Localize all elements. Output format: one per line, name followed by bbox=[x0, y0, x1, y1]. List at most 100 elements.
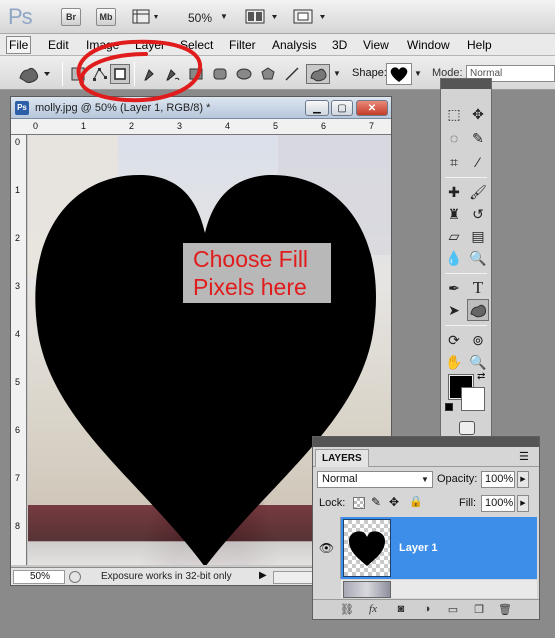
minimize-icon: ▁ bbox=[313, 102, 321, 114]
menu-window[interactable]: Window bbox=[407, 38, 450, 52]
arrange-documents-button[interactable] bbox=[244, 8, 282, 26]
type-tool[interactable]: T bbox=[467, 277, 489, 299]
lock-transparent-pixels-icon[interactable] bbox=[353, 497, 365, 509]
blend-mode-select[interactable]: Normal bbox=[317, 471, 433, 488]
brush-tool[interactable]: 🖌 bbox=[467, 181, 489, 203]
fill-label: Fill: bbox=[459, 497, 477, 509]
geometry-options-dropdown-icon[interactable]: ▼ bbox=[333, 69, 341, 78]
ruler-tick-label: 3 bbox=[15, 281, 21, 291]
lock-image-pixels-icon[interactable]: ✎ bbox=[371, 495, 381, 509]
path-selection-tool[interactable]: ➤ bbox=[443, 299, 465, 321]
line-tool-button[interactable] bbox=[282, 64, 302, 84]
new-group-icon[interactable]: ▭ bbox=[445, 603, 461, 617]
application-bar: Ps Br Mb 50% ▼ bbox=[0, 0, 555, 34]
swap-colors-icon[interactable]: ⇄ bbox=[477, 371, 485, 382]
menu-3d[interactable]: 3D bbox=[332, 38, 347, 52]
adjustment-layer-icon[interactable]: ◑ bbox=[419, 603, 435, 617]
opacity-field[interactable]: 100% bbox=[481, 471, 515, 488]
maximize-button[interactable]: ▢ bbox=[331, 100, 353, 116]
menu-view[interactable]: View bbox=[363, 38, 389, 52]
close-button[interactable]: ✕ bbox=[356, 100, 388, 116]
eraser-icon: ▱ bbox=[448, 227, 460, 244]
quick-selection-tool[interactable]: ✎ bbox=[467, 127, 489, 149]
rounded-rectangle-button[interactable] bbox=[210, 64, 230, 84]
ruler-tick-label: 4 bbox=[15, 329, 21, 339]
status-menu-arrow-icon[interactable]: ▶ bbox=[259, 570, 267, 581]
minimize-button[interactable]: ▁ bbox=[305, 100, 329, 116]
layer-row-background[interactable] bbox=[341, 580, 537, 598]
3d-orbit-tool[interactable]: ⊚ bbox=[467, 329, 489, 351]
hand-tool[interactable]: ✋ bbox=[443, 351, 465, 373]
zoom-tool[interactable]: 🔍 bbox=[467, 351, 489, 373]
clone-stamp-tool[interactable]: ♜ bbox=[443, 203, 465, 225]
stamp-icon: ♜ bbox=[447, 205, 461, 222]
launch-bridge-button[interactable]: Br bbox=[61, 8, 81, 26]
layer-thumbnail bbox=[343, 519, 391, 577]
eraser-tool[interactable]: ▱ bbox=[443, 225, 465, 247]
gradient-icon: ▤ bbox=[471, 227, 485, 244]
ellipse-tool-button[interactable] bbox=[234, 64, 254, 84]
hand-icon: ✋ bbox=[445, 353, 463, 370]
layers-panel-header[interactable] bbox=[313, 437, 539, 447]
launch-mini-bridge-button[interactable]: Mb bbox=[96, 8, 116, 26]
menu-filter[interactable]: Filter bbox=[229, 38, 256, 52]
fill-slider-button[interactable]: ▶ bbox=[517, 495, 529, 512]
lock-all-icon[interactable]: 🔒 bbox=[409, 495, 423, 508]
opacity-label: Opacity: bbox=[437, 473, 478, 485]
new-layer-icon[interactable]: ❐ bbox=[471, 603, 487, 617]
link-layers-icon[interactable]: ⛓ bbox=[339, 603, 355, 617]
menu-help[interactable]: Help bbox=[467, 38, 492, 52]
ruler-tick-label: 7 bbox=[369, 121, 375, 131]
layer-style-fx-icon[interactable]: fx bbox=[365, 603, 381, 617]
crop-tool[interactable]: ⌗ bbox=[443, 151, 465, 173]
tools-panel-header[interactable] bbox=[441, 79, 491, 89]
panel-menu-icon[interactable]: ☰ bbox=[519, 450, 529, 463]
pen-tool[interactable]: ✒ bbox=[443, 277, 465, 299]
shape-label: Shape: bbox=[352, 67, 387, 79]
custom-shape-icon bbox=[310, 68, 327, 82]
zoom-field[interactable]: 50% bbox=[13, 570, 65, 584]
layer-row-layer-1[interactable]: Layer 1 bbox=[341, 517, 537, 579]
healing-brush-tool[interactable]: ✚ bbox=[443, 181, 465, 203]
shape-dropdown-icon[interactable]: ▼ bbox=[414, 69, 422, 78]
menu-analysis[interactable]: Analysis bbox=[272, 38, 317, 52]
status-info-icon[interactable] bbox=[69, 571, 81, 583]
annotation-line-1: Choose Fill bbox=[193, 246, 309, 272]
zoom-level[interactable]: 50% bbox=[188, 11, 212, 25]
zoom-dropdown-icon[interactable]: ▼ bbox=[220, 12, 228, 21]
eyedropper-tool[interactable]: ⁄ bbox=[467, 151, 489, 173]
tools-panel: ⬚ ✥ ◌ ✎ ⌗ ⁄ ✚ 🖌 ♜ ↺ ▱ ▤ 💧 🔍 ✒ T ➤ ⟳ ⊚ ✋ … bbox=[440, 78, 492, 438]
lock-position-icon[interactable]: ✥ bbox=[389, 495, 399, 509]
custom-shape-tool[interactable] bbox=[467, 299, 489, 321]
blend-mode-dropdown-icon[interactable]: ▼ bbox=[421, 475, 429, 484]
opacity-slider-button[interactable]: ▶ bbox=[517, 471, 529, 488]
shape-picker[interactable] bbox=[386, 63, 412, 85]
move-tool[interactable]: ✥ bbox=[467, 103, 489, 125]
marquee-tool[interactable]: ⬚ bbox=[443, 103, 465, 125]
quick-mask-button[interactable] bbox=[459, 421, 475, 435]
add-mask-icon[interactable]: ◙ bbox=[393, 603, 409, 617]
view-extras-button[interactable] bbox=[132, 8, 162, 26]
fill-field[interactable]: 100% bbox=[481, 495, 515, 512]
polygon-tool-button[interactable] bbox=[258, 64, 278, 84]
layers-panel-footer: ⛓ fx ◙ ◑ ▭ ❐ 🗑 bbox=[313, 599, 539, 619]
background-color-swatch[interactable] bbox=[461, 387, 485, 411]
gradient-tool[interactable]: ▤ bbox=[467, 225, 489, 247]
3d-rotate-tool[interactable]: ⟳ bbox=[443, 329, 465, 351]
screen-mode-button[interactable] bbox=[292, 8, 330, 26]
layers-tab[interactable]: LAYERS bbox=[315, 449, 369, 467]
blur-tool[interactable]: 💧 bbox=[443, 247, 465, 269]
custom-shape-button[interactable] bbox=[306, 64, 330, 84]
tool-preset-picker[interactable] bbox=[16, 64, 56, 84]
photoshop-logo: Ps bbox=[8, 4, 33, 29]
lasso-tool[interactable]: ◌ bbox=[443, 127, 465, 149]
history-brush-tool[interactable]: ↺ bbox=[467, 203, 489, 225]
dodge-tool[interactable]: 🔍 bbox=[467, 247, 489, 269]
menu-file[interactable]: File bbox=[6, 36, 32, 54]
trash-icon[interactable]: 🗑 bbox=[497, 603, 513, 617]
bandage-icon: ✚ bbox=[448, 183, 460, 200]
default-colors-icon[interactable] bbox=[445, 403, 453, 411]
layer-visibility-toggle[interactable]: 👁 bbox=[313, 517, 341, 579]
lasso-icon: ◌ bbox=[449, 130, 459, 146]
view-extras-icon bbox=[132, 9, 158, 24]
